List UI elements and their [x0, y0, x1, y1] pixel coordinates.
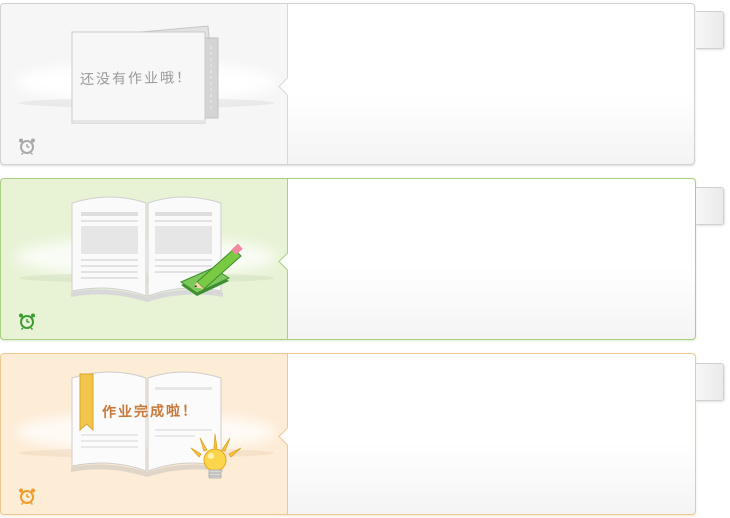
- card-illustration-panel: 还没有作业哦！: [1, 4, 287, 164]
- clock-icon: [19, 138, 35, 156]
- empty-message: 还没有作业哦！: [79, 70, 193, 88]
- card-expand-tab[interactable]: [696, 187, 724, 225]
- card-content-panel: [278, 354, 695, 514]
- open-book-pencil-icon: [71, 196, 243, 302]
- card-illustration-panel: [1, 179, 287, 339]
- homework-card-in-progress: [0, 178, 696, 340]
- card-expand-tab[interactable]: [696, 363, 724, 401]
- card-illustration-panel: 作业完成啦！: [1, 354, 287, 514]
- homework-card-empty: 还没有作业哦！: [0, 3, 695, 165]
- clock-icon: [19, 488, 35, 506]
- homework-card-completed: 作业完成啦！: [0, 353, 696, 515]
- open-book-bulb-icon: [71, 371, 242, 479]
- completed-message: 作业完成啦！: [101, 403, 199, 421]
- clock-icon: [19, 313, 35, 331]
- card-content-panel: [278, 4, 694, 164]
- card-content-panel: [278, 179, 695, 339]
- card-expand-tab[interactable]: [696, 11, 724, 49]
